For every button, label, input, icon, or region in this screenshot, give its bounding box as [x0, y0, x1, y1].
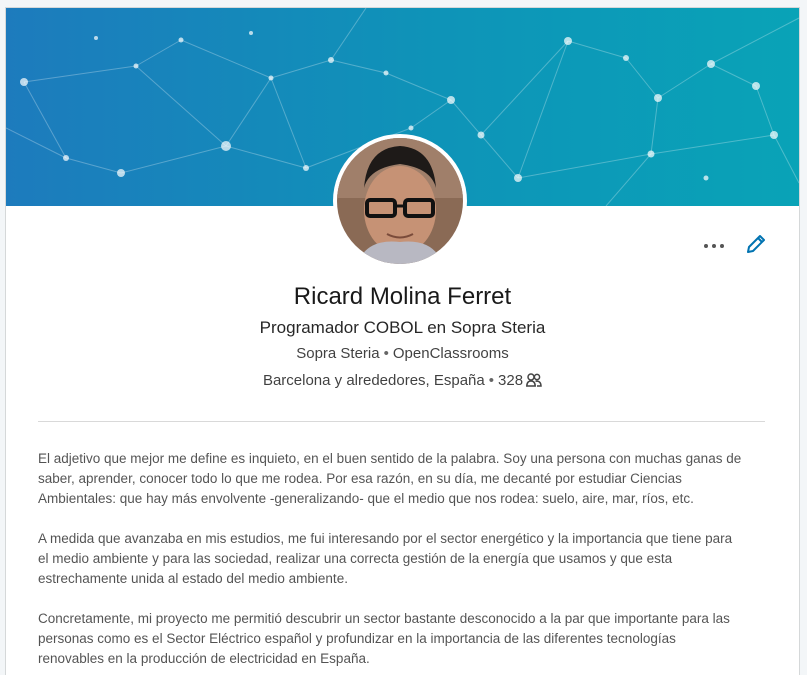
connections-count: 328: [498, 372, 524, 389]
company-link[interactable]: Sopra Steria: [296, 345, 379, 362]
profile-location: Barcelona y alrededores, España: [262, 372, 485, 389]
profile-photo-image: [337, 138, 463, 264]
more-horizontal-icon: [704, 244, 708, 248]
profile-name: Ricard Molina Ferret: [293, 283, 512, 310]
more-options-button[interactable]: [700, 236, 728, 256]
education-link[interactable]: OpenClassrooms: [393, 345, 509, 362]
profile-card: Ricard Molina Ferret Programador COBOL e…: [6, 8, 799, 675]
pencil-icon: [747, 235, 765, 253]
summary-paragraph: A medida que avanzaba en mis estudios, m…: [38, 531, 733, 586]
profile-location-row: Barcelona y alrededores, España • 328: [6, 372, 799, 389]
profile-affiliations: Sopra Steria • OpenClassrooms: [296, 345, 509, 362]
summary-paragraph: El adjetivo que mejor me define es inqui…: [38, 451, 742, 506]
profile-summary: El adjetivo que mejor me define es inqui…: [38, 449, 770, 675]
profile-photo[interactable]: [333, 134, 467, 268]
connections-link[interactable]: 328: [498, 372, 542, 389]
edit-profile-button[interactable]: [743, 232, 769, 258]
summary-paragraph: Concretamente, mi proyecto me permitió d…: [38, 611, 730, 666]
people-icon: [526, 373, 542, 387]
section-divider: [38, 421, 765, 422]
profile-headline: Programador COBOL en Sopra Steria: [259, 318, 546, 337]
